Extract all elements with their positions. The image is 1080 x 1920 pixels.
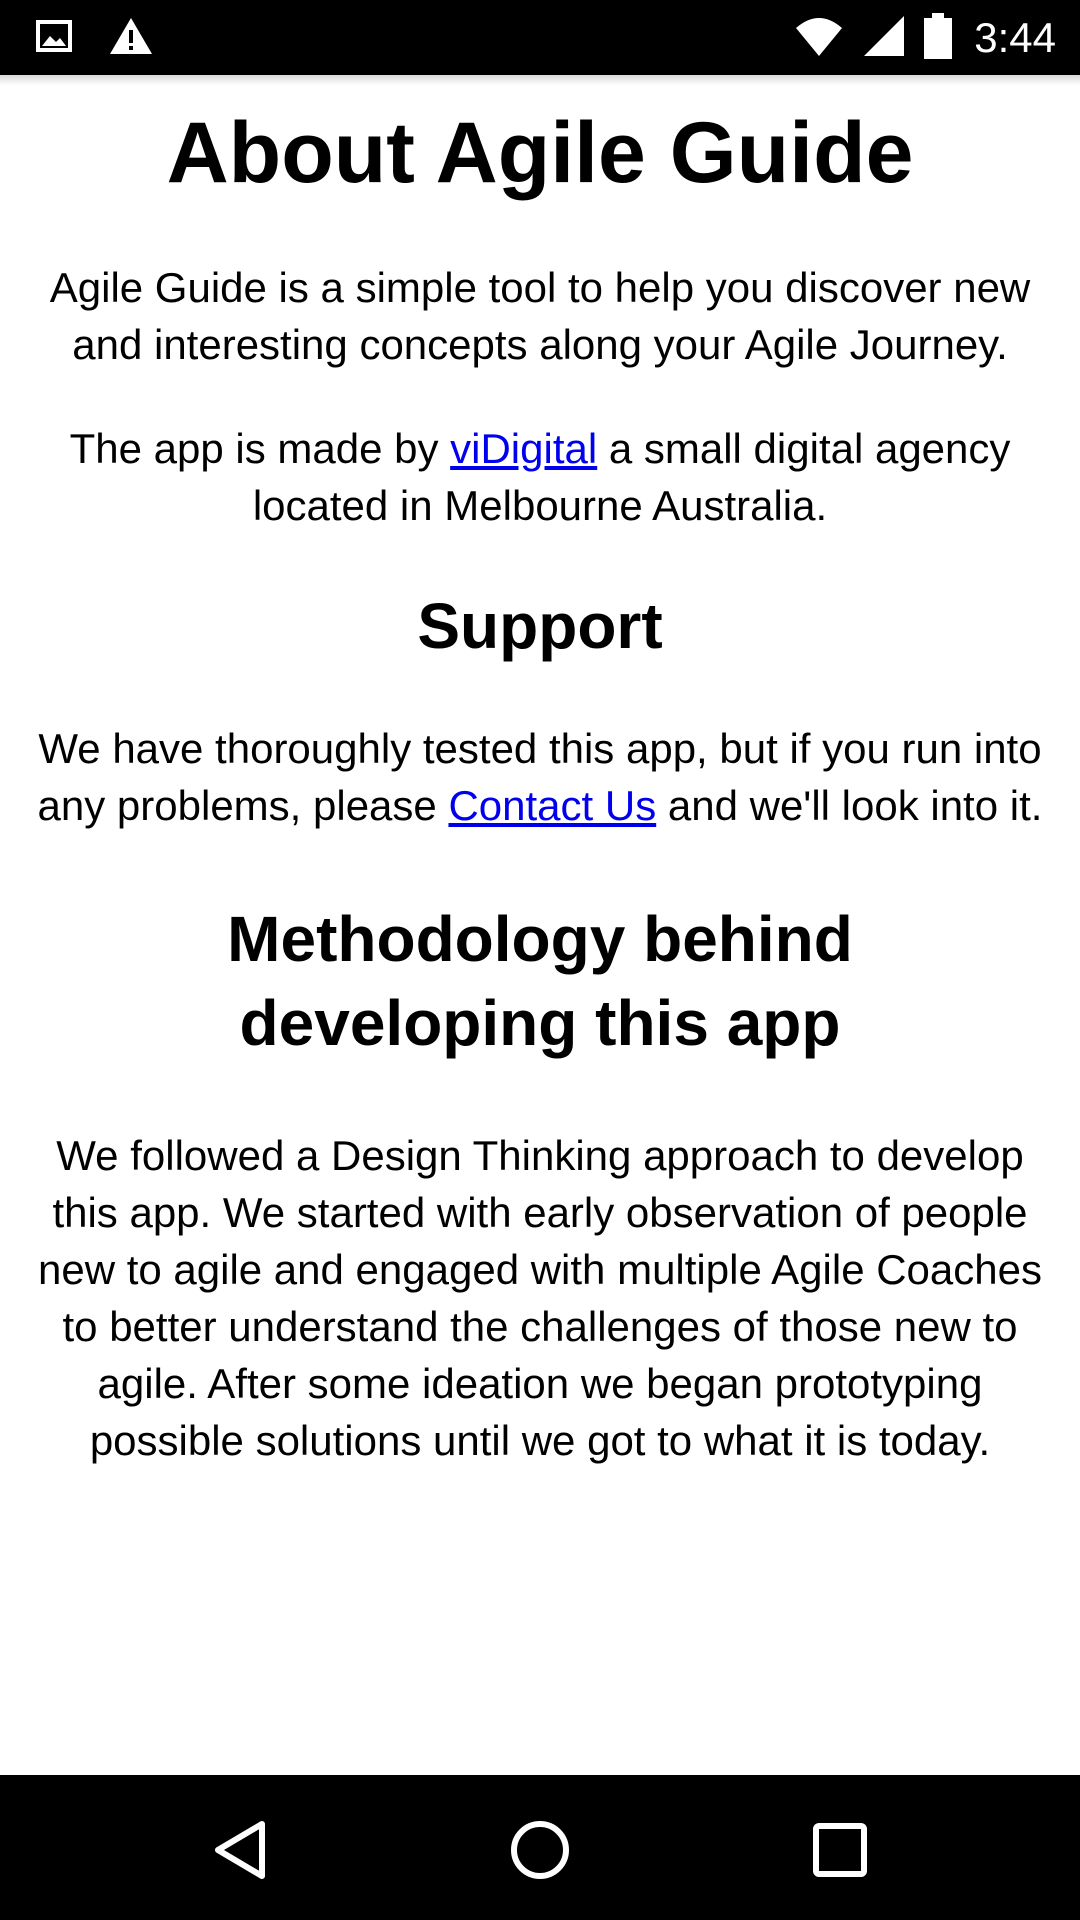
about-page: About Agile Guide Agile Guide is a simpl… (0, 75, 1080, 1775)
back-icon (215, 1821, 265, 1879)
made-by-prefix: The app is made by (69, 425, 451, 472)
home-icon (511, 1821, 569, 1879)
support-suffix: and we'll look into it. (656, 782, 1043, 829)
battery-icon (924, 12, 953, 64)
warning-icon (108, 16, 154, 61)
contact-us-link[interactable]: Contact Us (448, 782, 656, 829)
page-title: About Agile Guide (166, 105, 914, 201)
recents-icon (813, 1823, 867, 1877)
back-button[interactable] (205, 1815, 275, 1885)
methodology-heading: Methodology behind developing this app (227, 903, 853, 1059)
recents-button[interactable] (805, 1815, 875, 1885)
methodology-paragraph: We followed a Design Thinking approach t… (37, 1132, 1042, 1464)
wifi-icon (794, 14, 844, 63)
status-bar-shadow (0, 75, 1080, 85)
home-button[interactable] (505, 1815, 575, 1885)
support-heading: Support (417, 590, 663, 662)
vidigital-link[interactable]: viDigital (450, 425, 597, 472)
made-by-paragraph: The app is made by viDigital a small dig… (0, 420, 1080, 534)
status-time: 3:44 (974, 14, 1056, 61)
status-bar: 3:44 (0, 0, 1080, 75)
navigation-bar (0, 1775, 1080, 1920)
intro-paragraph: Agile Guide is a simple tool to help you… (49, 264, 1031, 368)
signal-icon (862, 14, 906, 63)
image-icon (36, 20, 72, 57)
support-paragraph: We have thoroughly tested this app, but … (0, 720, 1080, 834)
